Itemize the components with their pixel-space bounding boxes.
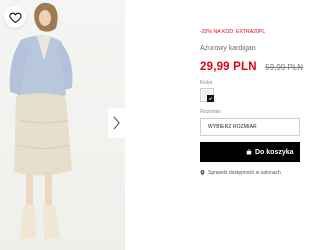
size-label: Rozmiar [200,109,221,115]
promo-code-text: -20% NA KOD: EXTRA20PL [200,29,266,35]
check-store-availability-link[interactable]: Sprawdź dostępność w salonach [200,170,281,176]
swatch-fill [202,90,214,102]
color-label: Kolor [200,80,213,86]
current-price: 29,99 PLN [200,61,257,73]
location-pin-icon [200,170,205,176]
shopping-bag-icon [246,149,252,155]
product-info: -20% NA KOD: EXTRA20PL Ażurowy kardigan … [200,0,303,250]
size-select[interactable]: WYBIERZ ROZMIAR [200,118,300,136]
old-price: 59,99 PLN [265,63,304,72]
chevron-right-icon [113,116,120,130]
add-to-cart-label: Do koszyka [255,148,294,156]
check-store-availability-label: Sprawdź dostępność w salonach [208,170,281,176]
color-swatch[interactable] [200,88,214,102]
price-row: 29,99 PLN 59,99 PLN [200,57,303,75]
add-to-cart-button[interactable]: Do koszyka [200,142,300,162]
next-image-button[interactable] [108,108,125,138]
heart-icon [8,12,22,23]
favorite-button[interactable] [4,6,26,28]
product-image[interactable] [0,0,125,250]
model-illustration [9,2,73,240]
selected-check-icon [207,95,214,102]
product-name: Ażurowy kardigan [200,45,256,52]
